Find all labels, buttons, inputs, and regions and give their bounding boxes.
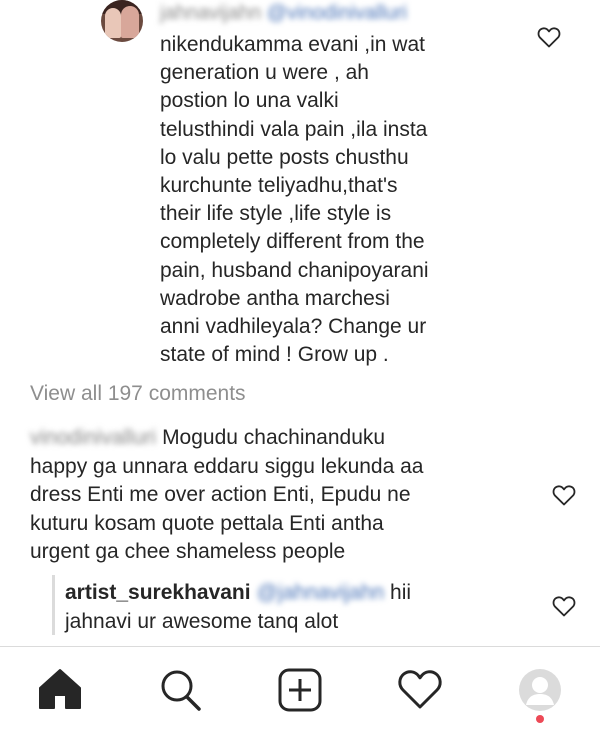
avatar[interactable]	[101, 0, 143, 42]
comment-3-text-rest: jahnavi ur awesome tanq alot	[65, 610, 339, 633]
comment-3-username[interactable]: artist_surekhavani	[65, 581, 251, 604]
comment-3-mention[interactable]: @jahnavijahn	[257, 578, 385, 607]
heart-activity-icon	[398, 670, 442, 709]
bottom-tab-bar	[0, 647, 600, 732]
tab-activity[interactable]	[360, 647, 480, 732]
comment-1-mention[interactable]: @vinodinivalluri	[267, 2, 407, 25]
comment-item-2: vinodinivalluri Mogudu chachinanduku happ…	[30, 424, 530, 567]
comment-3-text-first: hii	[390, 581, 412, 604]
tab-profile[interactable]	[480, 647, 600, 732]
comment-item-1: jahnavijahn @vinodinivalluri nikendukamm…	[0, 0, 600, 372]
profile-avatar-icon	[519, 669, 561, 711]
search-icon	[161, 670, 201, 711]
home-icon	[39, 669, 81, 709]
comment-1-username[interactable]: jahnavijahn	[160, 2, 261, 25]
heart-outline-icon[interactable]	[537, 26, 561, 48]
comment-2-username[interactable]: vinodinivalluri	[30, 424, 156, 453]
comment-item-3: artist_surekhavani @jahnavijahn hii jahna…	[65, 578, 535, 636]
add-post-icon	[278, 668, 322, 712]
heart-outline-icon[interactable]	[552, 484, 576, 506]
reply-thread-line	[52, 575, 55, 635]
notification-dot	[536, 715, 544, 723]
tab-home[interactable]	[0, 647, 120, 732]
heart-outline-icon[interactable]	[552, 595, 576, 617]
comment-1-header: jahnavijahn @vinodinivalluri	[160, 2, 407, 25]
comment-1-text: nikendukamma evani ,in wat generation u …	[160, 33, 429, 367]
tab-add-post[interactable]	[240, 647, 360, 732]
tab-search[interactable]	[120, 647, 240, 732]
view-all-comments-link[interactable]: View all 197 comments	[30, 382, 246, 406]
